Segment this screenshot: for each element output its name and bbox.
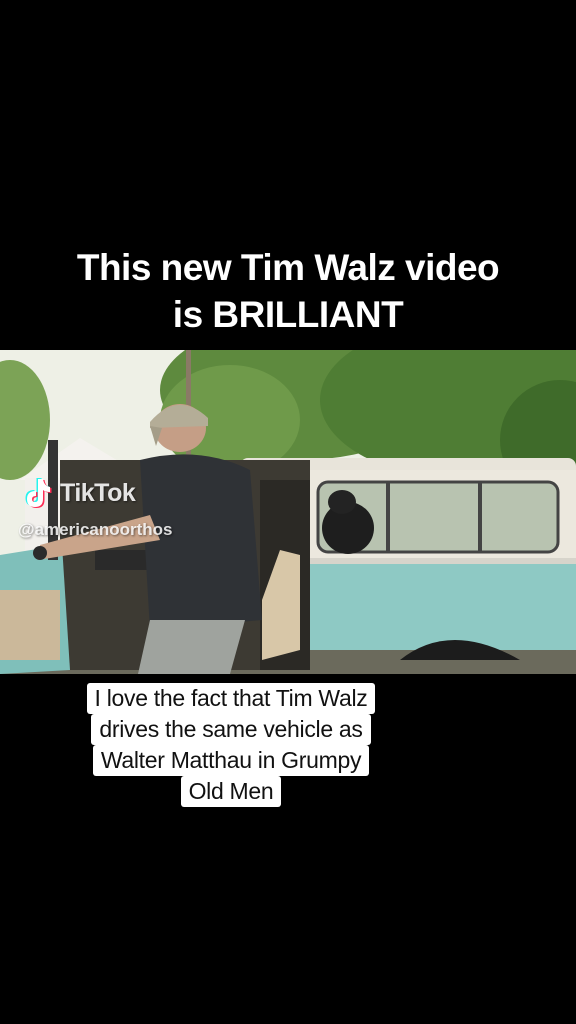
video-caption: I love the fact that Tim Walz drives the… bbox=[55, 683, 407, 807]
headline-line-1: This new Tim Walz video bbox=[76, 247, 500, 288]
tiktok-brand-text: TikTok bbox=[60, 479, 136, 507]
creator-handle: @americanoorthos bbox=[18, 520, 173, 539]
video-headline: This new Tim Walz video is BRILLIANT bbox=[0, 244, 576, 338]
caption-line-2: drives the same vehicle as bbox=[91, 714, 371, 745]
headline-line-2: is BRILLIANT bbox=[172, 294, 404, 335]
caption-line-3: Walter Matthau in Grumpy bbox=[92, 745, 370, 776]
caption-line-1: I love the fact that Tim Walz bbox=[86, 683, 376, 714]
caption-line-4: Old Men bbox=[180, 776, 282, 807]
tiktok-logo-icon bbox=[25, 478, 52, 508]
tiktok-watermark: TikTok @americanoorthos bbox=[18, 475, 218, 545]
